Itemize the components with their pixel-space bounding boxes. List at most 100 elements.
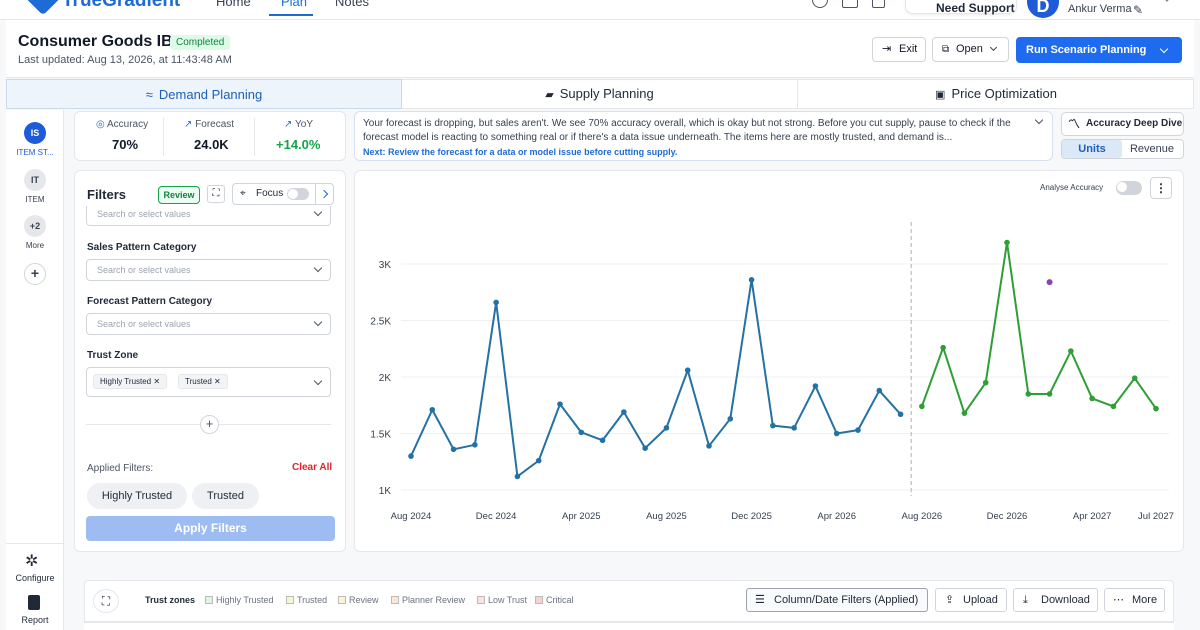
tab-label: Demand Planning <box>158 87 263 102</box>
run-scenario-planning-button[interactable]: Run Scenario Planning <box>1016 37 1182 63</box>
chip-trusted[interactable]: Trusted ✕ <box>178 374 228 389</box>
rail-item-item-status[interactable]: IS <box>24 122 46 144</box>
data-point <box>493 299 499 306</box>
focus-toggle[interactable]: ⌖ Focus <box>232 183 334 205</box>
x-tick-label: Aug 2026 <box>902 511 943 522</box>
nav-tab-plan[interactable]: Plan <box>281 0 307 9</box>
x-tick-label: Aug 2024 <box>391 511 432 522</box>
y-tick-label: 2.5K <box>370 317 391 328</box>
download-icon: ⤓ <box>1023 594 1028 606</box>
page-title: Consumer Goods IBP <box>18 33 184 50</box>
y-tick-label: 1K <box>379 486 392 497</box>
rail-item-more[interactable]: +2 <box>24 215 46 237</box>
configure-label[interactable]: Configure <box>6 573 64 583</box>
review-badge[interactable]: Review <box>158 186 200 204</box>
insight-panel: Your forecast is dropping, but sales are… <box>354 111 1053 161</box>
focus-switch[interactable] <box>287 188 309 200</box>
trend-icon: ≈ <box>145 87 153 102</box>
data-point <box>621 409 627 415</box>
kpi-yoy-value: +14.0% <box>276 137 321 152</box>
data-point <box>578 429 585 436</box>
x-tick-label: Jul 2027 <box>1138 511 1174 522</box>
logo-text[interactable]: TrueGradient <box>62 0 180 12</box>
target-icon: ◎ <box>96 119 105 130</box>
applied-filter-trusted[interactable]: Trusted <box>192 483 259 509</box>
more-button[interactable]: ⋯ More <box>1104 588 1165 612</box>
trust-zone-legend-item[interactable]: Critical <box>535 595 574 605</box>
data-point <box>855 427 861 433</box>
sliders-icon: ☰ <box>755 594 765 606</box>
configure-icon[interactable]: ✲ <box>25 551 38 571</box>
data-point <box>706 443 712 449</box>
ellipsis-icon: ⋯ <box>1113 594 1124 606</box>
expand-icon[interactable]: ⛶ <box>207 185 225 203</box>
x-tick-label: Aug 2025 <box>646 511 687 522</box>
select-placeholder: Search or select values <box>97 319 191 329</box>
nav-tab-notes[interactable]: Notes <box>335 0 369 9</box>
expand-icon[interactable]: ⛶ <box>93 589 119 613</box>
data-point <box>1004 239 1010 246</box>
data-point <box>514 473 521 480</box>
trend-icon: ↗ <box>184 119 193 130</box>
legend-label: Highly Trusted <box>216 595 274 605</box>
forecast-pattern-select[interactable]: Search or select values <box>86 313 331 335</box>
y-tick-label: 1.5K <box>370 430 391 441</box>
need-support-button[interactable]: Need Support <box>905 0 1017 15</box>
filter-select-previous[interactable]: Search or select values <box>86 206 331 226</box>
tab-price-optimization[interactable]: ▣ Price Optimization <box>798 79 1194 109</box>
chevron-down-icon <box>313 263 323 273</box>
y-tick-label: 3K <box>379 260 392 271</box>
column-date-filters-button[interactable]: ☰ Column/Date Filters (Applied) <box>746 588 928 612</box>
rail-item-item[interactable]: IT <box>24 169 46 191</box>
exit-icon: ⇥ <box>882 43 892 55</box>
sales-pattern-select[interactable]: Search or select values <box>86 259 331 281</box>
nav-active-indicator <box>269 14 313 16</box>
tab-supply-planning[interactable]: ▰ Supply Planning <box>402 79 798 109</box>
data-point <box>791 425 797 431</box>
legend-swatch <box>286 596 294 604</box>
field-label-trust-zone: Trust Zone <box>87 350 139 361</box>
document-icon[interactable] <box>872 0 885 8</box>
accuracy-deep-dive-button[interactable]: 〽 Accuracy Deep Dive <box>1061 112 1184 136</box>
kpi-accuracy-label: ◎ Accuracy <box>96 119 149 130</box>
kpi-divider <box>254 118 255 156</box>
report-label[interactable]: Report <box>6 615 64 625</box>
chevron-right-icon[interactable] <box>319 189 329 199</box>
data-point <box>812 383 819 389</box>
trust-zone-legend-item[interactable]: Low Trust <box>477 595 527 605</box>
trust-zone-legend-item[interactable]: Trusted <box>286 595 327 605</box>
data-point <box>1068 348 1074 354</box>
data-point <box>663 425 670 431</box>
toggle-units[interactable]: Units <box>1062 140 1122 158</box>
forecast-chart[interactable]: 1K 1.5K 2K 2.5K 3K Aug 2024 Dec 2024 Apr 2025 A… <box>354 170 1184 552</box>
trust-zone-legend-item[interactable]: Review <box>338 595 379 605</box>
add-icon[interactable]: + <box>24 263 46 285</box>
exit-button[interactable]: ⇥ Exit <box>872 37 926 62</box>
toggle-revenue[interactable]: Revenue <box>1122 140 1182 158</box>
download-button[interactable]: ⤓ Download <box>1013 588 1098 612</box>
add-filter-icon[interactable]: + <box>200 415 219 434</box>
chevron-down-icon <box>313 317 323 327</box>
chevron-down-icon <box>989 43 998 52</box>
data-point <box>748 277 755 283</box>
chevron-down-icon[interactable] <box>1159 44 1169 54</box>
trust-zone-legend-item[interactable]: Planner Review <box>391 595 465 605</box>
kpi-divider <box>163 118 164 156</box>
clear-all-button[interactable]: Clear All <box>292 462 332 473</box>
tab-demand-planning[interactable]: ≈ Demand Planning <box>6 79 402 109</box>
x-tick-label: Dec 2024 <box>476 511 517 522</box>
upload-button[interactable]: ⇪ Upload <box>935 588 1007 612</box>
applied-filter-highly-trusted[interactable]: Highly Trusted <box>87 483 187 509</box>
trust-zone-legend-item[interactable]: Highly Trusted <box>205 595 274 605</box>
nav-tab-home[interactable]: Home <box>216 0 251 9</box>
apply-filters-button[interactable]: Apply Filters <box>86 516 335 541</box>
series-line <box>920 241 1157 415</box>
open-button[interactable]: ⧉ Open <box>932 37 1009 62</box>
x-tick-label: Dec 2025 <box>731 511 772 522</box>
inbox-icon[interactable] <box>842 0 858 8</box>
edit-icon[interactable]: ✎ <box>1133 3 1143 17</box>
applied-filters-label: Applied Filters: <box>87 463 154 474</box>
report-icon[interactable] <box>28 595 40 610</box>
field-label-sales-pattern: Sales Pattern Category <box>87 242 197 253</box>
chip-highly-trusted[interactable]: Highly Trusted ✕ <box>93 374 168 389</box>
